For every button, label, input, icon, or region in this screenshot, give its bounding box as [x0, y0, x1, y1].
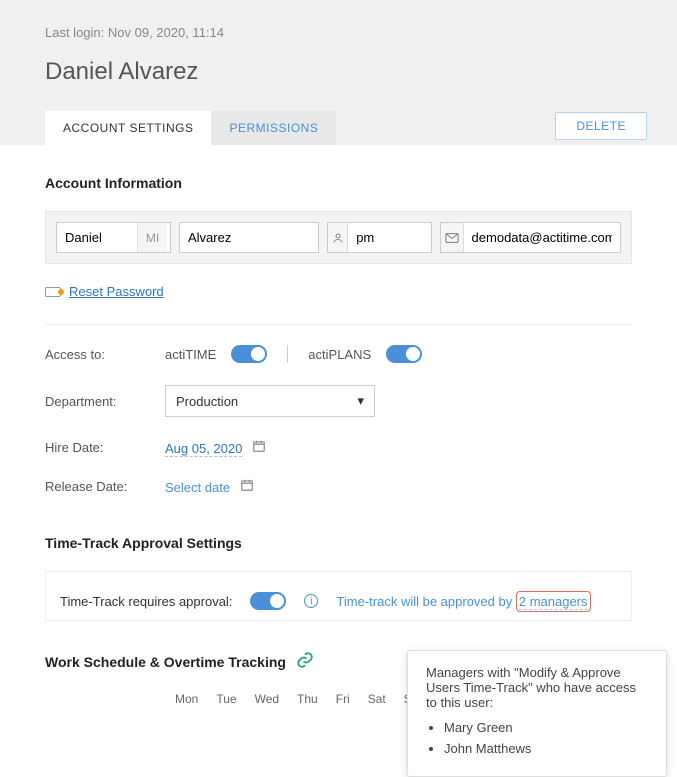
info-icon: i [304, 594, 318, 608]
release-date-value[interactable]: Select date [165, 480, 230, 495]
actitime-label: actiTIME [165, 347, 216, 362]
managers-popover: Managers with "Modify & Approve Users Ti… [407, 650, 667, 777]
hire-date-value[interactable]: Aug 05, 2020 [165, 441, 242, 457]
last-login: Last login: Nov 09, 2020, 11:14 [45, 25, 647, 40]
tt-requires-label: Time-Track requires approval: [60, 594, 232, 609]
day-tue: Tue [216, 692, 236, 706]
email-field[interactable] [464, 223, 620, 252]
email-icon [441, 223, 464, 252]
reset-password-link[interactable]: Reset Password [69, 284, 164, 299]
actitime-toggle[interactable] [231, 345, 267, 363]
manager-item: John Matthews [444, 741, 648, 756]
tt-approval-heading: Time-Track Approval Settings [45, 535, 632, 551]
actiplans-toggle[interactable] [386, 345, 422, 363]
department-select[interactable]: Production ▾ [165, 385, 375, 417]
account-info-heading: Account Information [45, 175, 632, 191]
day-sat: Sat [368, 692, 386, 706]
calendar-icon[interactable] [240, 478, 254, 495]
manager-item: Mary Green [444, 720, 648, 735]
tab-permissions[interactable]: PERMISSIONS [211, 111, 336, 145]
password-icon [45, 287, 61, 297]
page-title: Daniel Alvarez [45, 58, 647, 86]
actiplans-label: actiPLANS [308, 347, 371, 362]
last-name-field[interactable] [180, 223, 318, 252]
popover-desc: Managers with "Modify & Approve Users Ti… [426, 665, 648, 710]
user-icon [328, 223, 348, 252]
first-name-field[interactable] [57, 223, 137, 252]
day-mon: Mon [175, 692, 198, 706]
tt-info-text: Time-track will be approved by [336, 594, 512, 609]
managers-link[interactable]: 2 managers [516, 591, 591, 612]
release-date-label: Release Date: [45, 479, 165, 494]
divider [287, 345, 288, 363]
mi-field[interactable]: MI [137, 223, 167, 252]
calendar-icon[interactable] [252, 439, 266, 456]
divider [45, 324, 632, 325]
day-thu: Thu [297, 692, 318, 706]
username-field[interactable] [348, 223, 431, 252]
schedule-heading: Work Schedule & Overtime Tracking [45, 654, 286, 670]
link-icon[interactable] [296, 651, 314, 672]
day-fri: Fri [336, 692, 350, 706]
tt-approval-box: Time-Track requires approval: i Time-tra… [45, 571, 632, 621]
chevron-down-icon: ▾ [357, 393, 364, 409]
delete-button[interactable]: DELETE [555, 112, 647, 140]
hire-date-label: Hire Date: [45, 440, 165, 455]
account-info-box: MI [45, 211, 632, 264]
access-label: Access to: [45, 347, 165, 362]
tab-account-settings[interactable]: ACCOUNT SETTINGS [45, 111, 211, 145]
day-wed: Wed [255, 692, 279, 706]
department-label: Department: [45, 394, 165, 409]
tt-approval-toggle[interactable] [250, 592, 286, 610]
department-value: Production [176, 394, 238, 409]
